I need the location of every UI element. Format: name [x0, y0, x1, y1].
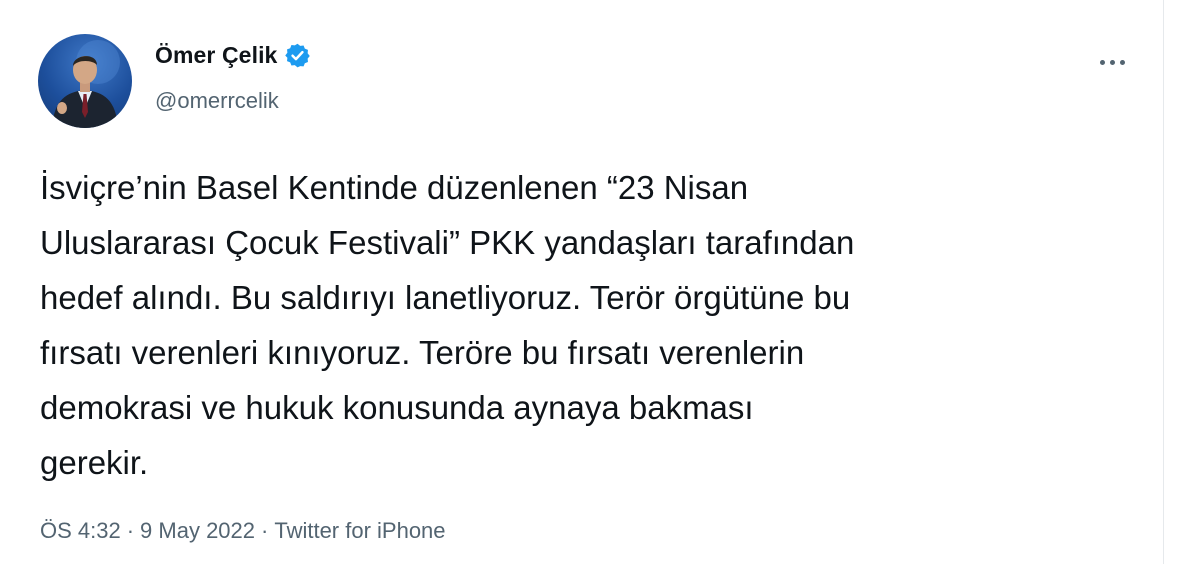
tweet-text-line: Uluslararası Çocuk Festivali” PKK yandaş… — [40, 224, 855, 261]
meta-separator: · — [126, 518, 135, 543]
tweet-text-line: demokrasi ve hukuk konusunda aynaya bakm… — [40, 389, 754, 426]
tweet-text-line: fırsatı verenleri kınıyoruz. Teröre bu f… — [40, 334, 805, 371]
tweet-text-line: İsviçre’nin Basel Kentinde düzenlenen “2… — [40, 169, 749, 206]
author-display-name[interactable]: Ömer Çelik — [155, 42, 277, 69]
verified-badge-icon — [284, 42, 311, 69]
author-name-row: Ömer Çelik — [155, 42, 311, 69]
tweet-time[interactable]: ÖS 4:32 — [40, 518, 121, 544]
tweet-source[interactable]: Twitter for iPhone — [274, 518, 445, 544]
tweet-text-line: hedef alındı. Bu saldırıyı lanetliyoruz.… — [40, 279, 851, 316]
tweet-metadata: ÖS 4:32 · 9 May 2022 · Twitter for iPhon… — [40, 518, 446, 544]
avatar[interactable] — [38, 34, 132, 128]
more-dot — [1119, 59, 1125, 65]
author-handle[interactable]: @omerrcelik — [155, 88, 279, 114]
tweet-date[interactable]: 9 May 2022 — [140, 518, 255, 544]
tweet-card: Ömer Çelik @omerrcelik İsviçre’nin Basel… — [0, 0, 1164, 564]
meta-separator: · — [261, 518, 269, 543]
tweet-text: İsviçre’nin Basel Kentinde düzenlenen “2… — [40, 160, 1150, 490]
more-dot — [1109, 59, 1115, 65]
more-options-icon[interactable] — [1092, 50, 1132, 74]
tweet-text-line: gerekir. — [40, 444, 149, 481]
more-dot — [1099, 59, 1105, 65]
